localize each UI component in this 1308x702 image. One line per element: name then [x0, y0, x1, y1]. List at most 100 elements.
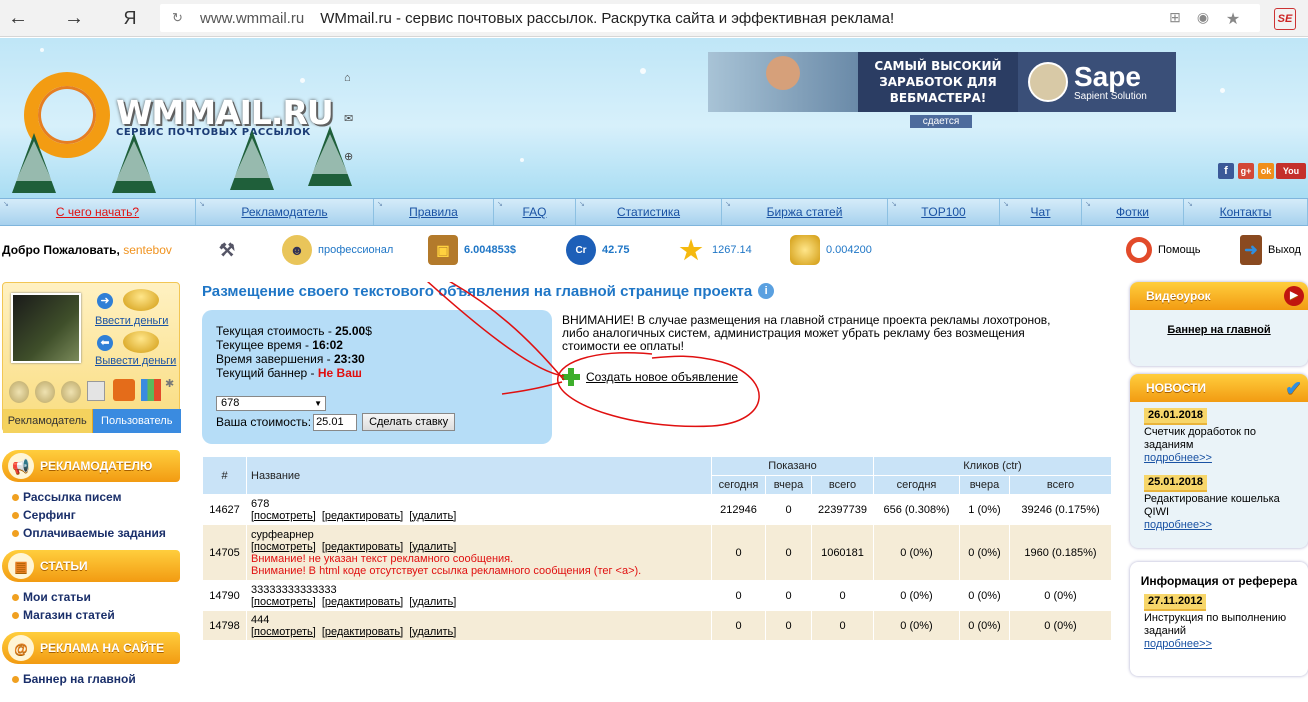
status-rating[interactable]: ★ 1267.14 — [676, 233, 751, 267]
menu-contacts[interactable]: Контакты — [1184, 199, 1308, 225]
play-icon[interactable]: ▶ — [1284, 286, 1304, 306]
link-surfing[interactable]: Серфинг — [12, 506, 180, 524]
level-text: профессионал — [318, 244, 394, 256]
your-cost-row: Ваша стоимость: 25.01 Сделать ставку — [216, 413, 456, 431]
news-text: Редактирование кошелька QIWI — [1144, 493, 1280, 518]
create-new-ad-link[interactable]: Создать новое объявление — [562, 368, 738, 386]
help-text: Помощь — [1158, 244, 1201, 256]
video-link[interactable]: Баннер на главной — [1130, 324, 1308, 336]
end-time-row: Время завершения - 23:30 — [216, 352, 365, 366]
username[interactable]: sentebov — [123, 243, 172, 257]
view-link[interactable]: [посмотреть] — [251, 596, 316, 608]
ads-table: # Название Показано Кликов (ctr) сегодня… — [202, 456, 1112, 641]
delete-link[interactable]: [удалить] — [409, 510, 456, 522]
table-row: 14705 сурфеарнер [посмотреть] [редактироват… — [202, 524, 1112, 581]
menu-articles-exchange[interactable]: Биржа статей — [722, 199, 888, 225]
status-balance[interactable]: ▣ 6.004853$ — [428, 233, 516, 267]
your-cost-input[interactable]: 25.01 — [313, 413, 358, 431]
withdraw-link[interactable]: Вывести деньги — [95, 355, 176, 367]
boxes-icon[interactable] — [113, 379, 135, 401]
yandex-icon[interactable]: Я — [118, 6, 142, 30]
ad-select[interactable]: 678 — [216, 396, 326, 411]
welcome-label: Добро Пожаловать, — [2, 243, 120, 257]
translate-icon[interactable]: ⊞ — [1166, 9, 1184, 27]
avatar[interactable] — [11, 293, 81, 363]
tab-advertiser[interactable]: Рекламодатель — [3, 409, 93, 433]
clicks-total: 0 (0%) — [1009, 580, 1112, 611]
menu-advertiser[interactable]: Рекламодатель — [196, 199, 374, 225]
edit-link[interactable]: [редактировать] — [322, 541, 403, 553]
notepad-icon[interactable] — [87, 381, 105, 401]
menu-chat[interactable]: Чат — [1000, 199, 1082, 225]
view-link[interactable]: [посмотреть] — [251, 626, 316, 638]
browser-toolbar: ← → Я ↻ www.wmmail.ru WMmail.ru - сервис… — [0, 0, 1308, 37]
edit-link[interactable]: [редактировать] — [322, 596, 403, 608]
delete-link[interactable]: [удалить] — [409, 541, 456, 553]
brain-icon — [1028, 62, 1068, 102]
gear-icon[interactable]: ✱ — [165, 377, 174, 390]
menu-top100[interactable]: TOP100 — [888, 199, 1000, 225]
menu-rules[interactable]: Правила — [374, 199, 494, 225]
forward-button[interactable]: → — [62, 6, 86, 30]
sitemap-icon[interactable]: ⊕ — [344, 150, 353, 163]
current-banner-row: Текущий баннер - Не Ваш — [216, 366, 362, 380]
link-my-articles[interactable]: Мои статьи — [12, 588, 180, 606]
banner-rent-link[interactable]: сдается — [910, 115, 972, 128]
clicks-today: 0 (0%) — [873, 610, 960, 641]
info-icon[interactable]: i — [758, 283, 775, 299]
odnoklassniki-icon[interactable]: ok — [1258, 163, 1274, 179]
protect-icon[interactable]: ◉ — [1194, 9, 1212, 27]
menu-faq[interactable]: FAQ — [494, 199, 576, 225]
checkmark-icon: ✔ — [1285, 378, 1302, 400]
link-paid-tasks[interactable]: Оплачиваемые задания — [12, 524, 180, 542]
delete-link[interactable]: [удалить] — [409, 626, 456, 638]
tab-user[interactable]: Пользователь — [92, 409, 181, 433]
shown-today: 0 — [711, 610, 766, 641]
news-box: НОВОСТИ ✔ 26.01.2018 Счетчик доработок п… — [1130, 374, 1308, 548]
deposit-link[interactable]: Ввести деньги — [95, 315, 168, 327]
status-coins[interactable]: 0.004200 — [790, 233, 872, 267]
current-cost-row: Текущая стоимость - 25.00$ — [216, 324, 372, 338]
settings-tool[interactable]: ⚒ — [212, 233, 248, 267]
link-article-shop[interactable]: Магазин статей — [12, 606, 180, 624]
edit-link[interactable]: [редактировать] — [322, 510, 403, 522]
link-main-banner[interactable]: Баннер на главной — [12, 670, 180, 688]
address-bar[interactable]: ↻ www.wmmail.ru WMmail.ru - сервис почто… — [160, 4, 1260, 32]
video-box: Видеоурок ▶ Баннер на главной — [1130, 282, 1308, 366]
bookmark-star-icon[interactable]: ★ — [1224, 9, 1242, 28]
referrer-more-link[interactable]: подробнее>> — [1144, 638, 1212, 650]
home-icon[interactable]: ⌂ — [344, 72, 351, 84]
facebook-icon[interactable]: f — [1218, 163, 1234, 179]
edit-link[interactable]: [редактировать] — [322, 626, 403, 638]
extension-icon[interactable]: SE — [1274, 8, 1296, 30]
section-header: @ РЕКЛАМА НА САЙТЕ — [2, 632, 180, 664]
logout-link[interactable]: ➜ Выход — [1240, 233, 1301, 267]
news-more-link[interactable]: подробнее>> — [1144, 452, 1212, 464]
reload-icon[interactable]: ↻ — [172, 10, 183, 26]
shown-yesterday: 0 — [765, 580, 812, 611]
chart-icon[interactable] — [141, 379, 161, 401]
menu-start[interactable]: С чего начать? — [0, 199, 196, 225]
view-link[interactable]: [посмотреть] — [251, 541, 316, 553]
news-more-link[interactable]: подробнее>> — [1144, 519, 1212, 531]
status-level[interactable]: ☻ профессионал — [282, 233, 393, 267]
delete-link[interactable]: [удалить] — [409, 596, 456, 608]
status-credits[interactable]: Cr 42.75 — [566, 233, 630, 267]
link-mailing[interactable]: Рассылка писем — [12, 488, 180, 506]
menu-stats[interactable]: Статистика — [576, 199, 722, 225]
document-icon: ▤ — [8, 553, 34, 579]
youtube-icon[interactable]: You — [1276, 163, 1306, 179]
menu-photos[interactable]: Фотки — [1082, 199, 1184, 225]
view-link[interactable]: [посмотреть] — [251, 510, 316, 522]
google-plus-icon[interactable]: g+ — [1238, 163, 1254, 179]
help-link[interactable]: Помощь — [1126, 233, 1201, 267]
place-bid-button[interactable]: Сделать ставку — [362, 413, 456, 431]
back-button[interactable]: ← — [6, 6, 30, 30]
url-text: www.wmmail.ru — [200, 9, 305, 27]
shown-total: 0 — [811, 610, 874, 641]
col-clicks-total: всего — [1009, 475, 1112, 495]
mail-icon[interactable]: ✉ — [344, 112, 353, 125]
ad-banner[interactable]: САМЫЙ ВЫСОКИЙ ЗАРАБОТОК ДЛЯ ВЕБМАСТЕРА! … — [708, 52, 1176, 112]
page-title-text: Размещение своего текстового объявления … — [202, 282, 753, 300]
user-box: ➜ Ввести деньги ⬅ Вывести деньги ✱ Рекла… — [2, 282, 181, 433]
